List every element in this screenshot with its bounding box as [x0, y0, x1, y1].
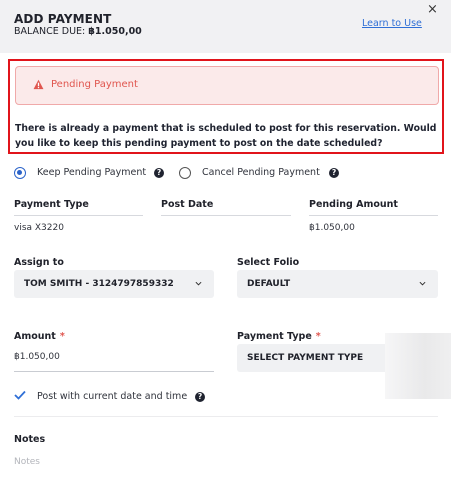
help-icon[interactable]: ?: [195, 392, 205, 402]
amount-underline: [14, 371, 214, 372]
required-mark: *: [59, 331, 65, 342]
modal-title: ADD PAYMENT: [14, 12, 112, 26]
close-icon[interactable]: ×: [427, 3, 438, 17]
checkmark-icon[interactable]: [14, 390, 26, 400]
section-divider: [14, 416, 438, 417]
assign-to-select[interactable]: TOM SMITH - 3124797859332: [14, 270, 214, 298]
alert-banner: Pending Payment: [15, 66, 439, 105]
col-header-payment-type: Payment Type: [14, 199, 89, 210]
cancel-pending-label[interactable]: Cancel Pending Payment: [202, 167, 320, 178]
assign-to-label: Assign to: [14, 257, 64, 268]
help-icon[interactable]: ?: [329, 168, 339, 178]
col-header-pending-amount: Pending Amount: [309, 199, 398, 210]
select-folio-value: DEFAULT: [247, 279, 291, 289]
payment-type-label-text: Payment Type: [237, 331, 312, 342]
payment-type-value: SELECT PAYMENT TYPE: [247, 353, 364, 363]
learn-to-use-link[interactable]: Learn to Use: [362, 18, 422, 29]
divider: [161, 215, 291, 216]
dropdown-overlay: [385, 333, 451, 399]
pending-payment-alert: Pending Payment There is already a payme…: [8, 59, 444, 154]
amount-label: Amount *: [14, 331, 65, 342]
payment-type-label: Payment Type *: [237, 331, 321, 342]
help-icon[interactable]: ?: [154, 168, 164, 178]
divider: [309, 215, 438, 216]
keep-pending-radio[interactable]: [14, 167, 26, 179]
amount-input[interactable]: ฿1.050,00: [14, 352, 60, 362]
balance-label: BALANCE DUE:: [14, 26, 86, 37]
chevron-down-icon: [419, 281, 426, 286]
balance-due: BALANCE DUE: ฿1.050,00: [14, 26, 142, 37]
notes-input[interactable]: Notes: [14, 457, 40, 467]
divider: [14, 215, 143, 216]
select-folio-select[interactable]: DEFAULT: [237, 270, 438, 298]
alert-message: There is already a payment that is sched…: [15, 123, 437, 149]
cell-pending-amount: ฿1.050,00: [309, 223, 355, 233]
notes-label: Notes: [14, 434, 46, 445]
required-mark: *: [315, 331, 321, 342]
col-header-post-date: Post Date: [161, 199, 214, 210]
warning-triangle-icon: [33, 79, 44, 90]
keep-pending-label[interactable]: Keep Pending Payment: [37, 167, 146, 178]
select-folio-label: Select Folio: [237, 257, 300, 268]
chevron-down-icon: [195, 281, 202, 286]
cancel-pending-radio[interactable]: [179, 167, 191, 179]
balance-value: ฿1.050,00: [88, 26, 142, 37]
post-current-date-text: Post with current date and time: [37, 391, 188, 402]
cell-payment-type: visa X3220: [14, 223, 64, 233]
pending-choice-group: Keep Pending Payment ? Cancel Pending Pa…: [14, 166, 444, 182]
alert-title: Pending Payment: [51, 79, 138, 90]
assign-to-value: TOM SMITH - 3124797859332: [24, 279, 174, 289]
post-current-date-label[interactable]: Post with current date and time: [37, 391, 187, 402]
modal-header: ADD PAYMENT BALANCE DUE: ฿1.050,00 Learn…: [0, 0, 451, 53]
amount-label-text: Amount: [14, 331, 56, 342]
